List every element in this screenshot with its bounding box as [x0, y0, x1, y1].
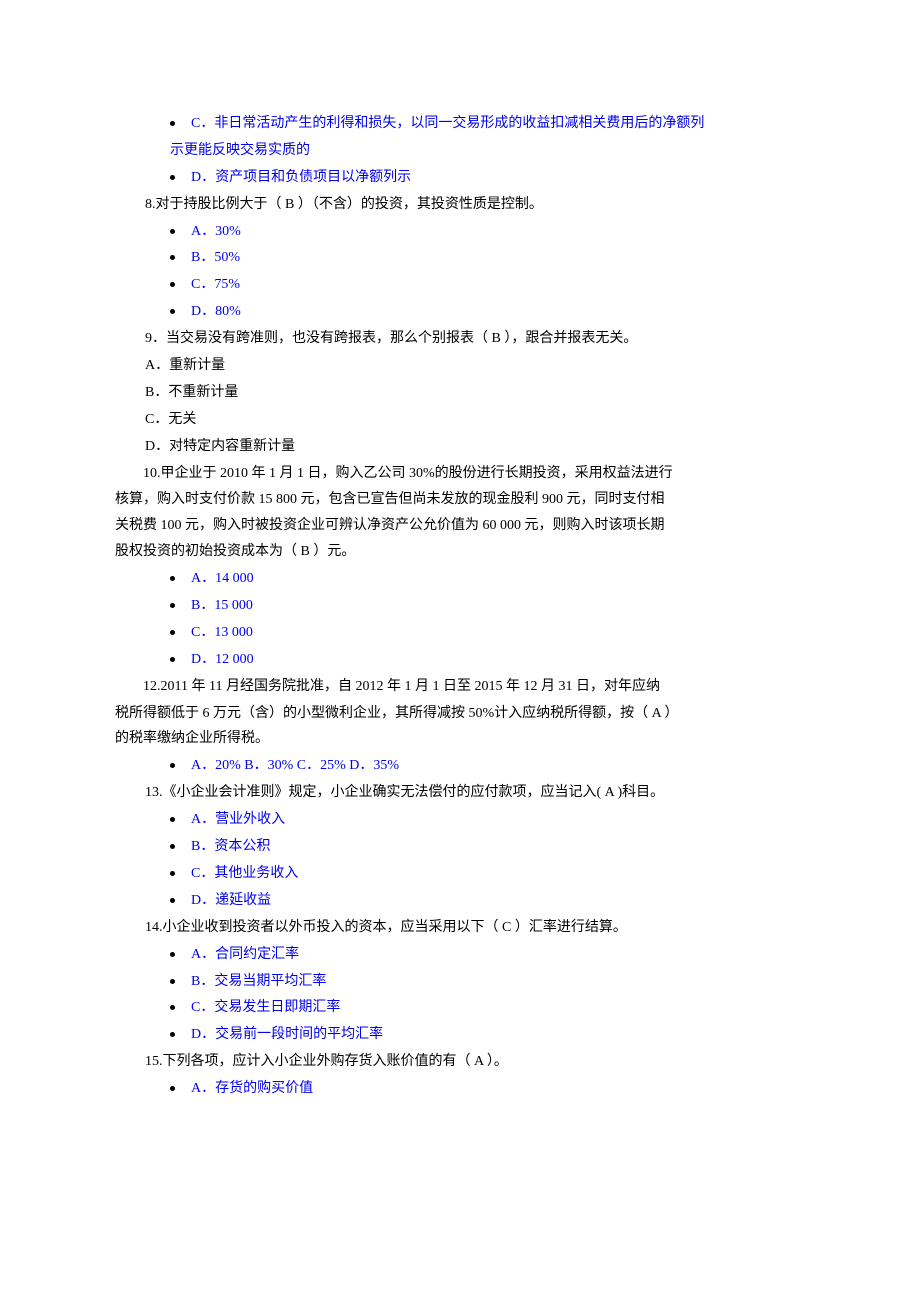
q8-option-c: C．75%	[115, 272, 810, 298]
option-text: D．资产项目和负债项目以净额列示	[191, 165, 411, 191]
q7-option-d: D．资产项目和负债项目以净额列示	[115, 165, 810, 191]
bullet-icon	[170, 630, 175, 635]
option-text: A．14 000	[191, 566, 254, 592]
q9-option-a: A．重新计量	[115, 353, 810, 379]
q14-option-c: C．交易发生日即期汇率	[115, 995, 810, 1021]
option-text: C．非日常活动产生的利得和损失，以同一交易形成的收益扣减相关费用后的净额列	[191, 111, 704, 137]
q10-option-d: D．12 000	[115, 647, 810, 673]
bullet-icon	[170, 121, 175, 126]
bullet-icon	[170, 255, 175, 260]
q10-line4: 股权投资的初始投资成本为（ B ）元。	[115, 539, 810, 565]
option-text: A．合同约定汇率	[191, 942, 299, 968]
option-text: B．15 000	[191, 593, 253, 619]
q15-option-a: A．存货的购买价值	[115, 1076, 810, 1102]
option-text: B．交易当期平均汇率	[191, 969, 326, 995]
bullet-icon	[170, 175, 175, 180]
bullet-icon	[170, 763, 175, 768]
bullet-icon	[170, 952, 175, 957]
option-text: C．13 000	[191, 620, 253, 646]
q14-option-a: A．合同约定汇率	[115, 942, 810, 968]
bullet-icon	[170, 979, 175, 984]
bullet-icon	[170, 871, 175, 876]
bullet-icon	[170, 817, 175, 822]
option-text: D．交易前一段时间的平均汇率	[191, 1022, 383, 1048]
bullet-icon	[170, 603, 175, 608]
q14-option-d: D．交易前一段时间的平均汇率	[115, 1022, 810, 1048]
bullet-icon	[170, 898, 175, 903]
q9-option-d: D．对特定内容重新计量	[115, 434, 810, 460]
q8-option-a: A．30%	[115, 219, 810, 245]
q10-line1: 10.甲企业于 2010 年 1 月 1 日，购入乙公司 30%的股份进行长期投…	[115, 461, 810, 487]
option-text: D．12 000	[191, 647, 254, 673]
option-text: C．交易发生日即期汇率	[191, 995, 340, 1021]
bullet-icon	[170, 576, 175, 581]
q8-option-d: D．80%	[115, 299, 810, 325]
q9-text: 9．当交易没有跨准则，也没有跨报表，那么个别报表（ B ），跟合并报表无关。	[115, 326, 810, 352]
option-text: A．20% B．30% C．25% D．35%	[191, 753, 399, 779]
q15-text: 15.下列各项，应计入小企业外购存货入账价值的有（ A ）。	[115, 1049, 810, 1075]
q9-option-c: C．无关	[115, 407, 810, 433]
option-text: A．30%	[191, 219, 241, 245]
option-text: D．80%	[191, 299, 241, 325]
bullet-icon	[170, 1086, 175, 1091]
q12-options: A．20% B．30% C．25% D．35%	[115, 753, 810, 779]
option-text: B．资本公积	[191, 834, 270, 860]
q8-text: 8.对于持股比例大于（ B ）（不含）的投资，其投资性质是控制。	[115, 192, 810, 218]
q10-line3: 关税费 100 元，购入时被投资企业可辨认净资产公允价值为 60 000 元，则…	[115, 513, 810, 539]
bullet-icon	[170, 229, 175, 234]
q10-option-c: C．13 000	[115, 620, 810, 646]
bullet-icon	[170, 309, 175, 314]
q12-line3: 的税率缴纳企业所得税。	[115, 726, 810, 752]
q14-option-b: B．交易当期平均汇率	[115, 969, 810, 995]
q7-option-c-cont: 示更能反映交易实质的	[115, 138, 810, 164]
q14-text: 14.小企业收到投资者以外币投入的资本，应当采用以下（ C ）汇率进行结算。	[115, 915, 810, 941]
bullet-icon	[170, 657, 175, 662]
q10-option-a: A．14 000	[115, 566, 810, 592]
q9-option-b: B．不重新计量	[115, 380, 810, 406]
bullet-icon	[170, 844, 175, 849]
option-text: C．75%	[191, 272, 240, 298]
option-text: D．递延收益	[191, 888, 271, 914]
bullet-icon	[170, 1032, 175, 1037]
option-text: A．存货的购买价值	[191, 1076, 313, 1102]
q13-option-d: D．递延收益	[115, 888, 810, 914]
q8-option-b: B．50%	[115, 245, 810, 271]
bullet-icon	[170, 282, 175, 287]
q13-option-b: B．资本公积	[115, 834, 810, 860]
option-text: B．50%	[191, 245, 240, 271]
q13-text: 13.《小企业会计准则》规定，小企业确实无法偿付的应付款项，应当记入( A )科…	[115, 780, 810, 806]
bullet-icon	[170, 1005, 175, 1010]
q12-line1: 12.2011 年 11 月经国务院批准，自 2012 年 1 月 1 日至 2…	[115, 674, 810, 700]
option-text: A．营业外收入	[191, 807, 285, 833]
q10-option-b: B．15 000	[115, 593, 810, 619]
q7-option-c: C．非日常活动产生的利得和损失，以同一交易形成的收益扣减相关费用后的净额列	[115, 111, 810, 137]
q12-line2: 税所得额低于 6 万元（含）的小型微利企业，其所得减按 50%计入应纳税所得额，…	[115, 701, 810, 727]
q13-option-c: C．其他业务收入	[115, 861, 810, 887]
option-text: C．其他业务收入	[191, 861, 298, 887]
q13-option-a: A．营业外收入	[115, 807, 810, 833]
q10-line2: 核算，购入时支付价款 15 800 元，包含已宣告但尚未发放的现金股利 900 …	[115, 487, 810, 513]
